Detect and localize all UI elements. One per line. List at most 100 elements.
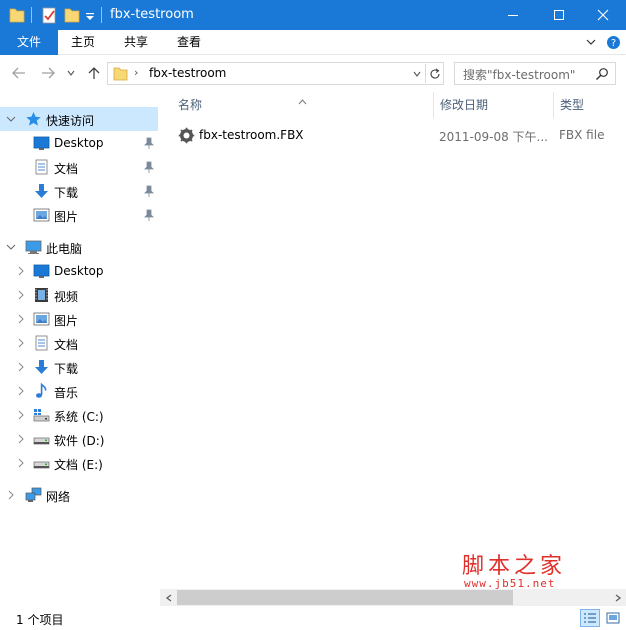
tab-home[interactable]: 主页: [60, 30, 106, 55]
sidebar-item-label: 软件 (D:): [54, 434, 105, 448]
chevron-down-icon[interactable]: [409, 64, 425, 83]
sidebar-item-label: 下载: [54, 186, 79, 200]
sidebar-item-drive-c[interactable]: 系统 (C:): [0, 403, 158, 427]
chevron-down-icon[interactable]: [6, 112, 18, 126]
download-icon: [33, 183, 50, 199]
column-header-name[interactable]: 名称: [160, 92, 433, 118]
divider: [101, 7, 102, 23]
close-button[interactable]: [580, 0, 626, 30]
download-icon: [33, 359, 50, 375]
sidebar-item-label: 图片: [54, 314, 79, 328]
desktop-icon: [33, 263, 50, 279]
sidebar-item-label: Desktop: [54, 264, 104, 278]
scrollbar-thumb[interactable]: [177, 590, 513, 605]
sidebar-item-pc-downloads[interactable]: 下载: [0, 355, 158, 379]
large-icons-view-button[interactable]: [603, 609, 623, 627]
sidebar-item-pc-documents[interactable]: 文档: [0, 331, 158, 355]
refresh-button[interactable]: [425, 64, 443, 83]
sidebar-item-label: Desktop: [54, 136, 104, 150]
pin-icon: [143, 208, 155, 222]
sidebar-item-label: 音乐: [54, 386, 79, 400]
details-view-button[interactable]: [580, 609, 600, 627]
sidebar-item-music[interactable]: 音乐: [0, 379, 158, 403]
svg-text:?: ?: [611, 38, 616, 49]
column-header-date[interactable]: 修改日期: [433, 92, 553, 118]
chevron-down-icon[interactable]: [84, 5, 96, 25]
chevron-right-icon[interactable]: [16, 312, 28, 326]
file-list: 名称 修改日期 类型 fbx-testroom.FBX 2011-09-08 下…: [160, 92, 626, 606]
properties-icon[interactable]: [41, 5, 57, 25]
sidebar-item-label: 此电脑: [46, 242, 83, 256]
chevron-right-icon[interactable]: [16, 408, 28, 422]
chevron-right-icon[interactable]: [16, 288, 28, 302]
tab-view[interactable]: 查看: [165, 30, 213, 55]
sidebar-item-quick-access[interactable]: 快速访问: [0, 107, 158, 131]
column-name-label: 名称: [178, 98, 203, 112]
sidebar-item-label: 网络: [46, 490, 71, 504]
new-folder-icon[interactable]: [64, 5, 80, 25]
back-button[interactable]: [9, 64, 29, 82]
chevron-right-icon[interactable]: ›: [134, 66, 138, 79]
file-row[interactable]: fbx-testroom.FBX 2011-09-08 下午... FBX fi…: [160, 124, 626, 146]
address-path[interactable]: fbx-testroom: [149, 66, 226, 80]
network-icon: [25, 487, 42, 503]
drive-icon: [33, 455, 50, 471]
forward-button[interactable]: [38, 64, 58, 82]
chevron-right-icon[interactable]: [16, 432, 28, 446]
divider: [31, 7, 32, 23]
column-header-type[interactable]: 类型: [553, 92, 626, 118]
sidebar-item-label: 系统 (C:): [54, 410, 104, 424]
search-icon[interactable]: [595, 67, 609, 81]
fbx-file-icon: [178, 127, 195, 144]
sidebar-item-this-pc[interactable]: 此电脑: [0, 235, 158, 259]
chevron-down-icon[interactable]: [6, 240, 18, 254]
sidebar-item-downloads[interactable]: 下载: [0, 179, 158, 203]
title-bar: fbx-testroom: [0, 0, 626, 30]
tab-share[interactable]: 共享: [112, 30, 160, 55]
sidebar-item-desktop[interactable]: Desktop: [0, 131, 158, 155]
sidebar-item-documents[interactable]: 文档: [0, 155, 158, 179]
sidebar-item-label: 视频: [54, 290, 79, 304]
file-name[interactable]: fbx-testroom.FBX: [199, 128, 304, 142]
folder-icon: [113, 66, 128, 81]
pin-icon: [143, 160, 155, 174]
pin-icon: [143, 136, 155, 150]
up-button[interactable]: [84, 64, 104, 82]
sidebar-item-videos[interactable]: 视频: [0, 283, 158, 307]
horizontal-scrollbar[interactable]: [160, 589, 626, 606]
ribbon-tabs: 文件 主页 共享 查看 ?: [0, 30, 626, 55]
address-bar[interactable]: › fbx-testroom: [107, 62, 444, 85]
sidebar-item-drive-e[interactable]: 文档 (E:): [0, 451, 158, 475]
search-input[interactable]: 搜索"fbx-testroom": [454, 62, 616, 85]
pictures-icon: [33, 207, 50, 223]
tab-file[interactable]: 文件: [0, 30, 58, 55]
item-count: 1 个项目: [16, 613, 64, 627]
chevron-right-icon[interactable]: [16, 264, 28, 278]
minimize-button[interactable]: [490, 0, 536, 30]
sidebar-item-network[interactable]: 网络: [0, 483, 158, 507]
desktop-icon: [33, 135, 50, 151]
chevron-right-icon[interactable]: [16, 456, 28, 470]
scroll-left-button[interactable]: [160, 589, 177, 606]
maximize-button[interactable]: [536, 0, 582, 30]
scroll-right-button[interactable]: [609, 589, 626, 606]
system-drive-icon: [33, 407, 50, 423]
sidebar-item-pc-desktop[interactable]: Desktop: [0, 259, 158, 283]
chevron-right-icon[interactable]: [16, 336, 28, 350]
recent-locations-button[interactable]: [64, 64, 78, 82]
help-icon[interactable]: ?: [606, 35, 621, 50]
sidebar-item-drive-d[interactable]: 软件 (D:): [0, 427, 158, 451]
column-date-label: 修改日期: [440, 98, 489, 112]
sidebar-item-label: 快速访问: [46, 114, 95, 128]
folder-icon[interactable]: [9, 5, 25, 25]
document-icon: [33, 159, 50, 175]
video-icon: [33, 287, 50, 303]
expand-ribbon-icon[interactable]: [584, 35, 598, 49]
chevron-right-icon[interactable]: [16, 360, 28, 374]
sidebar-item-pc-pictures[interactable]: 图片: [0, 307, 158, 331]
star-icon: [25, 111, 42, 127]
chevron-right-icon[interactable]: [16, 384, 28, 398]
drive-icon: [33, 431, 50, 447]
chevron-right-icon[interactable]: [6, 488, 18, 502]
sidebar-item-pictures[interactable]: 图片: [0, 203, 158, 227]
